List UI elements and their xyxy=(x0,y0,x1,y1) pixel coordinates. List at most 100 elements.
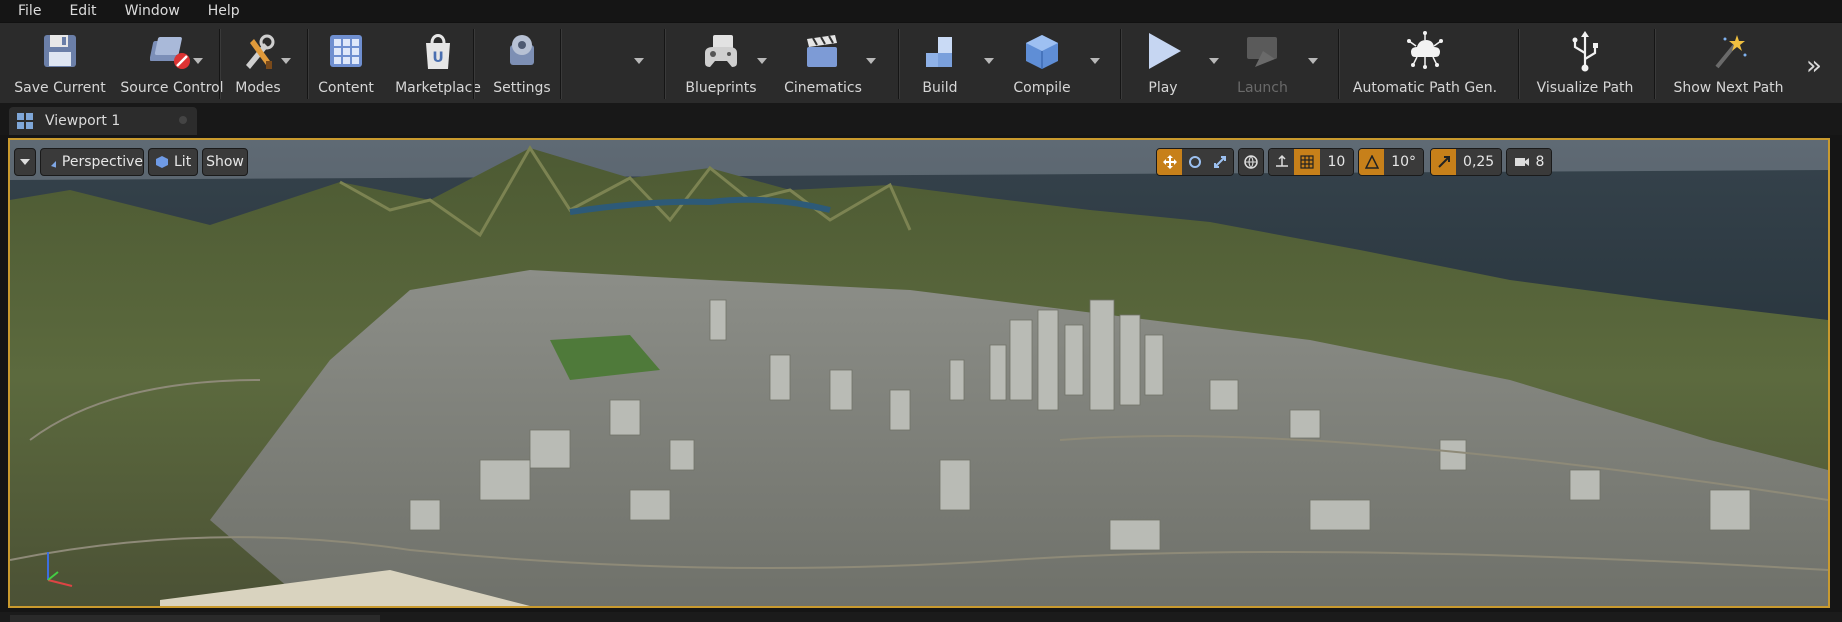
source-control-icon xyxy=(150,37,190,69)
scale-snap-group: 0,25 xyxy=(1430,148,1502,176)
surface-snap-button[interactable] xyxy=(1269,149,1295,175)
globe-icon xyxy=(1244,155,1258,169)
cinematics-dropdown-arrow[interactable] xyxy=(866,58,876,64)
toolbar-separator xyxy=(1338,29,1340,99)
scale-mode-button[interactable] xyxy=(1207,149,1233,175)
view-mode-lit-button[interactable]: Lit xyxy=(148,148,198,176)
world-local-toggle[interactable] xyxy=(1239,149,1263,175)
city-terrain-scene xyxy=(10,140,1828,606)
clapperboard-icon xyxy=(807,35,837,67)
visualize-path-label: Visualize Path xyxy=(1536,80,1634,96)
wrench-brush-icon xyxy=(246,34,275,69)
perspective-label: Perspective xyxy=(61,154,143,170)
toolbar-separator xyxy=(1654,29,1656,99)
axis-gizmo xyxy=(47,552,73,587)
build-dropdown-arrow[interactable] xyxy=(984,58,994,64)
grid-snap-value[interactable]: 10 xyxy=(1319,149,1353,175)
show-next-path-button[interactable]: Show Next Path xyxy=(1666,23,1791,103)
level-viewport[interactable]: Perspective Lit Show 10 10° 0,25 8 xyxy=(8,138,1830,608)
marketplace-bag-icon: U xyxy=(426,34,450,69)
settings-button[interactable]: Settings xyxy=(482,23,562,103)
blueprints-dropdown-arrow[interactable] xyxy=(757,58,767,64)
menu-window[interactable]: Window xyxy=(107,0,190,22)
play-label: Play xyxy=(1148,80,1178,96)
camera-speed-group: 8 xyxy=(1506,148,1552,176)
scale-icon xyxy=(1214,156,1227,168)
bottom-panel-strip xyxy=(0,612,1842,622)
save-current-button[interactable]: Save Current xyxy=(10,23,110,103)
cinematics-label: Cinematics xyxy=(784,80,862,96)
tab-viewport-1[interactable]: Viewport 1 xyxy=(9,107,197,135)
source-control-dropdown-arrow[interactable] xyxy=(193,58,203,64)
toolbar-separator xyxy=(898,29,900,99)
lit-label: Lit xyxy=(174,154,192,170)
rotate-mode-button[interactable] xyxy=(1182,149,1208,175)
toolbar-separator xyxy=(664,29,666,99)
content-label: Content xyxy=(318,80,374,96)
menu-edit[interactable]: Edit xyxy=(51,0,106,22)
camera-icon xyxy=(1514,158,1529,166)
rotation-snap-toggle[interactable] xyxy=(1359,149,1385,175)
scale-snap-value[interactable]: 0,25 xyxy=(1456,149,1501,175)
transform-mode-group xyxy=(1156,148,1234,176)
play-dropdown-arrow[interactable] xyxy=(1209,58,1219,64)
play-icon xyxy=(1149,33,1181,69)
chevron-down-icon xyxy=(20,159,30,165)
build-button[interactable]: Build xyxy=(905,23,975,103)
angle-icon xyxy=(1364,155,1379,169)
show-next-path-label: Show Next Path xyxy=(1673,80,1784,96)
menu-bar: File Edit Window Help xyxy=(0,0,1842,22)
show-flags-button[interactable]: Show xyxy=(202,148,248,176)
grid-snap-toggle[interactable] xyxy=(1294,149,1320,175)
modes-button[interactable]: Modes xyxy=(228,23,288,103)
launch-dropdown-arrow[interactable] xyxy=(1308,58,1318,64)
rotation-snap-group: 10° xyxy=(1358,148,1424,176)
launch-button[interactable]: Launch xyxy=(1225,23,1300,103)
lit-sphere-icon xyxy=(156,156,168,168)
source-control-button[interactable]: Source Control xyxy=(112,23,232,103)
camera-speed-button[interactable]: 8 xyxy=(1507,149,1551,175)
play-button[interactable]: Play xyxy=(1128,23,1198,103)
rotation-snap-value[interactable]: 10° xyxy=(1384,149,1423,175)
viewport-grid-icon xyxy=(17,113,33,129)
tab-close-icon[interactable] xyxy=(179,116,187,124)
blueprints-button[interactable]: Blueprints xyxy=(676,23,766,103)
automatic-path-gen-label: Automatic Path Gen. xyxy=(1352,80,1498,96)
toolbar-separator xyxy=(307,29,309,99)
toolbar-separator xyxy=(219,29,221,99)
gamepad-icon xyxy=(705,35,737,67)
modes-label: Modes xyxy=(235,80,281,96)
automatic-path-gen-button[interactable]: Automatic Path Gen. xyxy=(1350,23,1500,103)
source-control-label: Source Control xyxy=(120,80,224,96)
rotate-icon xyxy=(1188,156,1201,168)
visualize-path-button[interactable]: Visualize Path xyxy=(1530,23,1640,103)
translate-mode-button[interactable] xyxy=(1157,149,1183,175)
cinematics-button[interactable]: Cinematics xyxy=(778,23,868,103)
perspective-button[interactable]: Perspective xyxy=(40,148,144,176)
settings-label: Settings xyxy=(493,80,551,96)
menu-help[interactable]: Help xyxy=(190,0,250,22)
gear-icon xyxy=(510,35,534,65)
compile-dropdown-arrow[interactable] xyxy=(1090,58,1100,64)
scale-snap-toggle[interactable] xyxy=(1431,149,1457,175)
show-label: Show xyxy=(206,154,244,170)
viewport-options-button[interactable] xyxy=(14,148,36,176)
toolbar-separator xyxy=(1518,29,1520,99)
modes-dropdown-arrow[interactable] xyxy=(281,58,291,64)
scale-snap-icon xyxy=(1437,156,1450,168)
bottom-panel-tab xyxy=(10,615,380,622)
toolbar-overflow-button[interactable]: » xyxy=(1806,51,1822,81)
main-toolbar: Save Current Source Control Modes Conten… xyxy=(0,22,1842,104)
settings-dropdown-arrow[interactable] xyxy=(634,58,644,64)
blueprints-label: Blueprints xyxy=(685,80,757,96)
camera-speed-value: 8 xyxy=(1535,154,1545,170)
content-button[interactable]: Content xyxy=(316,23,376,103)
compile-button[interactable]: Compile xyxy=(1002,23,1082,103)
tab-strip: Viewport 1 xyxy=(0,103,1842,135)
menu-file[interactable]: File xyxy=(0,0,51,22)
svg-text:U: U xyxy=(432,50,443,66)
compile-label: Compile xyxy=(1013,80,1071,96)
launch-label: Launch xyxy=(1237,80,1288,96)
surface-snap-icon xyxy=(1275,154,1288,167)
marketplace-label: Marketplace xyxy=(395,80,481,96)
